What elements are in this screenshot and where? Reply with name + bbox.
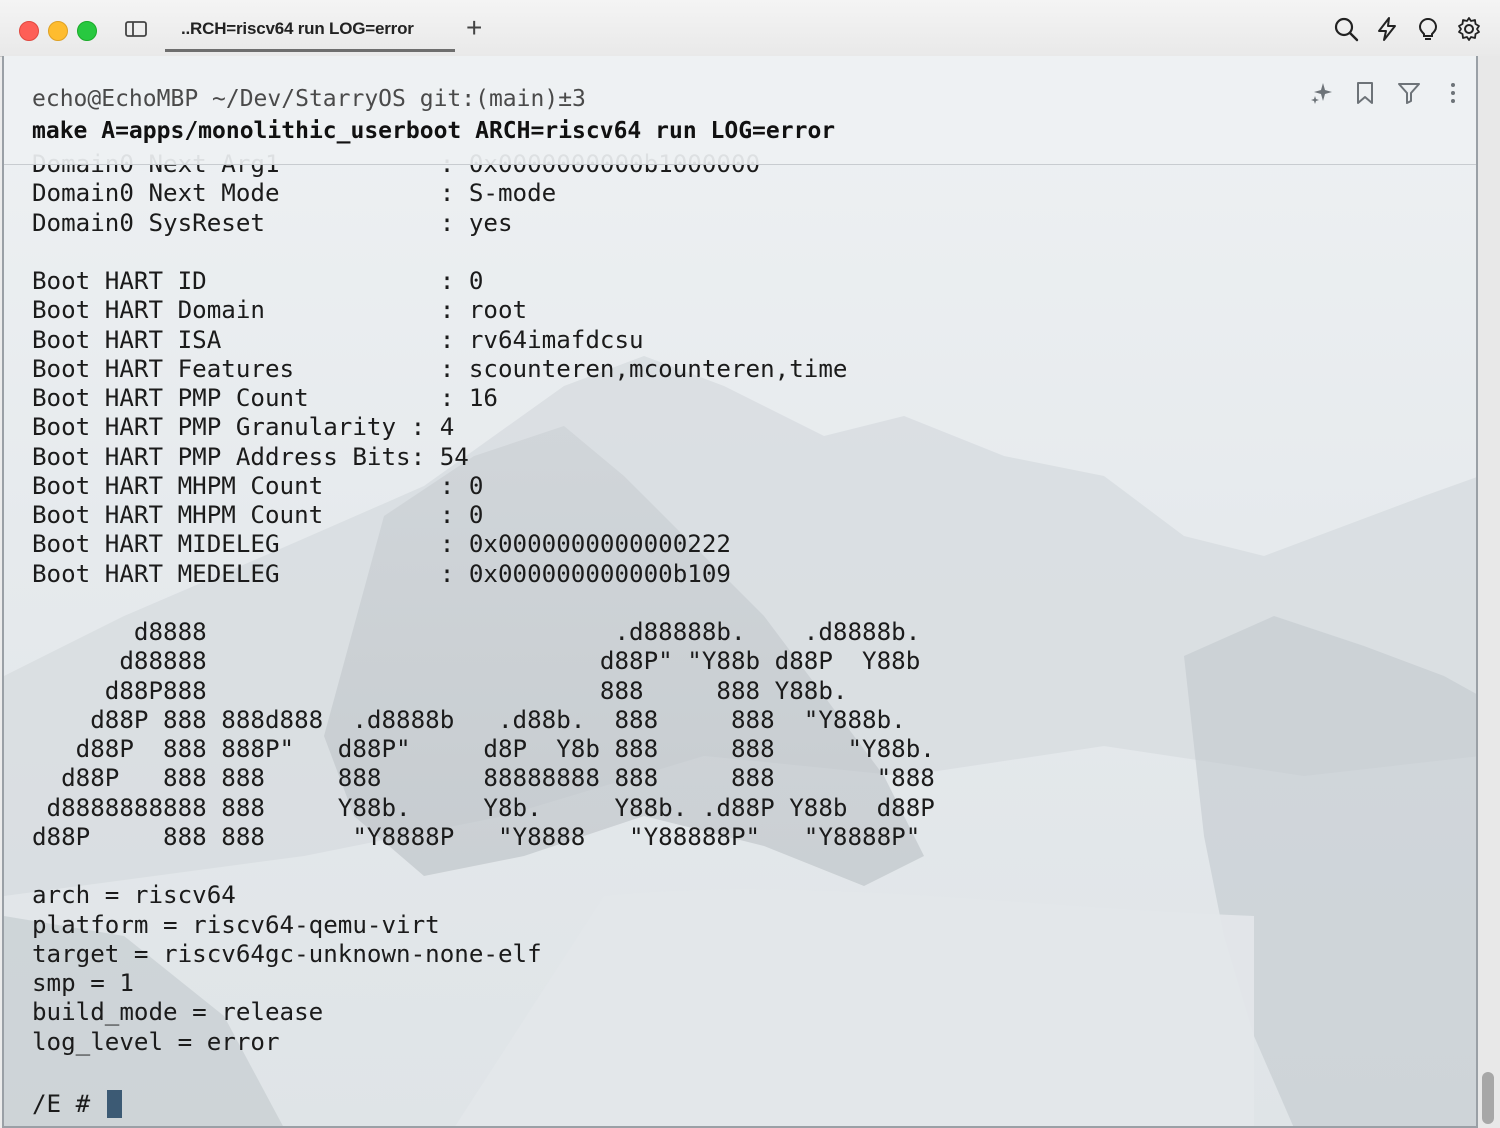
output-line: d8888888888 888 Y88b. Y8b. Y88b. .d88P Y… <box>32 793 935 822</box>
output-line: d88P 888 888d888 .d8888b .d88b. 888 888 … <box>32 705 906 734</box>
output-line: Boot HART Features : scounteren,mcounter… <box>32 354 848 383</box>
output-line: Boot HART MEDELEG : 0x000000000000b109 <box>32 559 731 588</box>
output-line: Domain0 Next Mode : S-mode <box>32 179 557 208</box>
command-text: make A=apps/monolithic_userboot ARCH=ris… <box>32 118 836 144</box>
more-vertical-icon[interactable] <box>1440 80 1466 106</box>
output-line: target = riscv64gc-unknown-none-elf <box>32 939 542 968</box>
output-line: Boot HART MHPM Count : 0 <box>32 501 484 529</box>
new-tab-button[interactable]: + <box>466 12 482 44</box>
close-window-button[interactable] <box>19 21 39 41</box>
gear-icon[interactable] <box>1456 16 1482 42</box>
tabs-overview-icon[interactable] <box>124 18 148 40</box>
output-line: Boot HART ISA : rv64imafdcsu <box>32 325 644 354</box>
input-prompt: /E # <box>32 1090 105 1118</box>
title-bar: ..RCH=riscv64 run LOG=error + <box>0 0 1500 57</box>
terminal-output: Domain0 Next Arg1 : 0x0000000000b1000000… <box>32 150 935 1057</box>
terminal-pane[interactable]: Domain0 Next Arg1 : 0x0000000000b1000000… <box>2 56 1478 1128</box>
minimize-window-button[interactable] <box>48 21 68 41</box>
output-line: platform = riscv64-qemu-virt <box>32 910 440 939</box>
lightbulb-icon[interactable] <box>1415 16 1441 42</box>
output-line: Boot HART MHPM Count : 0 <box>32 471 484 500</box>
output-line: Boot HART PMP Count : 16 <box>32 384 498 412</box>
bookmark-icon[interactable] <box>1352 80 1378 106</box>
tab-title: ..RCH=riscv64 run LOG=error <box>181 19 414 38</box>
output-line: Boot HART ID : 0 <box>32 267 484 295</box>
input-line[interactable]: /E # <box>32 1090 122 1118</box>
output-line: smp = 1 <box>32 969 134 997</box>
output-line: Boot HART PMP Granularity : 4 <box>32 413 455 442</box>
output-line: arch = riscv64 <box>32 881 236 910</box>
output-line: Boot HART MIDELEG : 0x0000000000000222 <box>32 530 731 559</box>
output-line: log_level = error <box>32 1027 280 1056</box>
output-line: Boot HART Domain : root <box>32 296 528 325</box>
tab-active-indicator <box>165 49 455 52</box>
output-line: d88P888 888 888 Y88b. <box>32 676 848 705</box>
output-line: build_mode = release <box>32 998 324 1027</box>
output-line: d8888 .d88888b. .d8888b. <box>32 618 921 646</box>
filter-icon[interactable] <box>1396 80 1422 106</box>
maximize-window-button[interactable] <box>77 21 97 41</box>
output-line: d88P 888 888 888 88888888 888 888 "888 <box>32 764 935 793</box>
output-line: Boot HART PMP Address Bits: 54 <box>32 442 469 471</box>
scrollbar-track[interactable] <box>1478 56 1500 1128</box>
shell-prompt: echo@EchoMBP ~/Dev/StarryOS git:(main)±3 <box>32 86 586 112</box>
output-line: d88888 d88P" "Y88b d88P Y88b <box>32 647 921 676</box>
scrollbar-thumb[interactable] <box>1482 1072 1494 1124</box>
output-line: d88P 888 888P" d88P" d8P Y8b 888 888 "Y8… <box>32 735 935 763</box>
output-line: Domain0 SysReset : yes <box>32 208 513 237</box>
sparkle-icon[interactable] <box>1309 80 1335 106</box>
text-cursor <box>106 1090 122 1118</box>
search-icon[interactable] <box>1333 16 1359 42</box>
tab-active[interactable]: ..RCH=riscv64 run LOG=error <box>165 6 455 52</box>
command-header: echo@EchoMBP ~/Dev/StarryOS git:(main)±3… <box>4 56 1476 165</box>
lightning-icon[interactable] <box>1374 16 1400 42</box>
output-line: d88P 888 888 "Y8888P "Y8888 "Y88888P" "Y… <box>32 822 921 851</box>
